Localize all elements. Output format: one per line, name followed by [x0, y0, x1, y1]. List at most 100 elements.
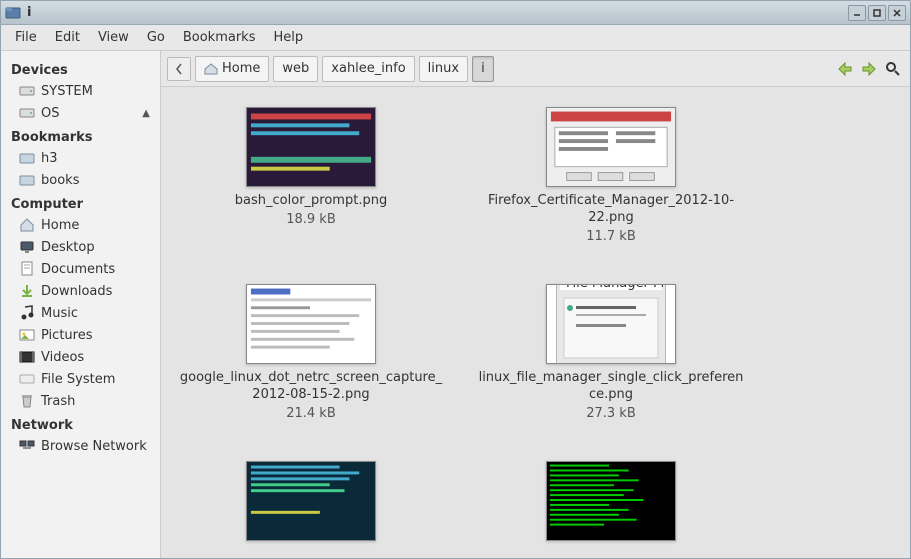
- sidebar-item-h3[interactable]: h3: [1, 147, 160, 169]
- menu-help[interactable]: Help: [265, 26, 311, 49]
- breadcrumb-web[interactable]: web: [273, 56, 318, 82]
- sidebar-item-system[interactable]: SYSTEM: [1, 80, 160, 102]
- sidebar-item-label: Documents: [41, 262, 115, 277]
- sidebar-item-pictures[interactable]: Pictures: [1, 324, 160, 346]
- main-area: Devices SYSTEM OS ▲ Bookmarks h3 books C…: [1, 51, 910, 558]
- documents-icon: [19, 261, 35, 277]
- menu-edit[interactable]: Edit: [47, 26, 88, 49]
- sidebar-item-books[interactable]: books: [1, 169, 160, 191]
- search-button[interactable]: [882, 58, 904, 80]
- menu-file[interactable]: File: [7, 26, 45, 49]
- sidebar-item-os[interactable]: OS ▲: [1, 102, 160, 124]
- file-item[interactable]: bash_color_prompt.png 18.9 kB: [171, 107, 451, 244]
- sidebar-item-home[interactable]: Home: [1, 214, 160, 236]
- drive-icon: [19, 371, 35, 387]
- back-button[interactable]: [834, 58, 856, 80]
- breadcrumb-linux[interactable]: linux: [419, 56, 468, 82]
- trash-icon: [19, 393, 35, 409]
- thumbnail: [246, 284, 376, 364]
- sidebar-item-label: Desktop: [41, 240, 95, 255]
- file-name: Firefox_Certificate_Manager_2012-10-22.p…: [476, 193, 746, 227]
- pathbar: Home web xahlee_info linux i: [161, 51, 910, 87]
- home-icon: [19, 217, 35, 233]
- sidebar-item-browse-network[interactable]: Browse Network: [1, 435, 160, 457]
- file-item[interactable]: [171, 461, 451, 549]
- sidebar-item-label: OS: [41, 106, 59, 121]
- sidebar-item-label: Home: [41, 218, 79, 233]
- section-devices: Devices: [1, 57, 160, 80]
- thumbnail: [546, 107, 676, 187]
- sidebar-item-filesystem[interactable]: File System: [1, 368, 160, 390]
- sidebar-item-videos[interactable]: Videos: [1, 346, 160, 368]
- file-size: 27.3 kB: [586, 406, 636, 421]
- file-name: linux_file_manager_single_click_preferen…: [476, 370, 746, 404]
- file-item[interactable]: Firefox_Certificate_Manager_2012-10-22.p…: [471, 107, 751, 244]
- section-network: Network: [1, 412, 160, 435]
- window-folder-icon: [5, 5, 21, 21]
- music-icon: [19, 305, 35, 321]
- sidebar-item-label: Downloads: [41, 284, 112, 299]
- breadcrumb-label: Home: [222, 61, 260, 76]
- sidebar-item-desktop[interactable]: Desktop: [1, 236, 160, 258]
- sidebar-item-label: books: [41, 173, 79, 188]
- menu-bookmarks[interactable]: Bookmarks: [175, 26, 264, 49]
- breadcrumb-label: web: [282, 61, 309, 76]
- file-name: google_linux_dot_netrc_screen_capture_20…: [176, 370, 446, 404]
- file-item[interactable]: [471, 461, 751, 549]
- sidebar-item-label: Music: [41, 306, 78, 321]
- menubar: File Edit View Go Bookmarks Help: [1, 25, 910, 51]
- section-computer: Computer: [1, 191, 160, 214]
- file-view[interactable]: bash_color_prompt.png 18.9 kB Firefox_Ce…: [161, 87, 910, 558]
- file-grid: bash_color_prompt.png 18.9 kB Firefox_Ce…: [171, 107, 900, 549]
- sidebar-item-label: File System: [41, 372, 115, 387]
- minimize-button[interactable]: [848, 5, 866, 21]
- videos-icon: [19, 349, 35, 365]
- sidebar: Devices SYSTEM OS ▲ Bookmarks h3 books C…: [1, 51, 161, 558]
- sidebar-item-label: SYSTEM: [41, 84, 93, 99]
- thumbnail: [246, 107, 376, 187]
- sidebar-item-music[interactable]: Music: [1, 302, 160, 324]
- window: i File Edit View Go Bookmarks Help Devic…: [0, 0, 911, 559]
- content: Home web xahlee_info linux i: [161, 51, 910, 558]
- drive-icon: [19, 83, 35, 99]
- file-item[interactable]: File Manager Preferences linux_file_mana…: [471, 284, 751, 421]
- window-title: i: [27, 5, 848, 20]
- maximize-button[interactable]: [868, 5, 886, 21]
- home-icon: [204, 63, 218, 75]
- file-size: 21.4 kB: [286, 406, 336, 421]
- thumbnail: [546, 461, 676, 541]
- path-back-button[interactable]: [167, 57, 191, 81]
- breadcrumb-xahleeinfo[interactable]: xahlee_info: [322, 56, 414, 82]
- sidebar-item-label: Videos: [41, 350, 84, 365]
- breadcrumb-home[interactable]: Home: [195, 56, 269, 82]
- menu-go[interactable]: Go: [139, 26, 173, 49]
- sidebar-item-label: Pictures: [41, 328, 92, 343]
- eject-icon[interactable]: ▲: [142, 108, 150, 119]
- desktop-icon: [19, 239, 35, 255]
- file-item[interactable]: google_linux_dot_netrc_screen_capture_20…: [171, 284, 451, 421]
- sidebar-item-downloads[interactable]: Downloads: [1, 280, 160, 302]
- file-size: 11.7 kB: [586, 229, 636, 244]
- sidebar-item-documents[interactable]: Documents: [1, 258, 160, 280]
- menu-view[interactable]: View: [90, 26, 137, 49]
- network-icon: [19, 438, 35, 454]
- close-button[interactable]: [888, 5, 906, 21]
- window-controls: [848, 5, 906, 21]
- sidebar-item-label: Browse Network: [41, 439, 147, 454]
- breadcrumb-label: linux: [428, 61, 459, 76]
- drive-icon: [19, 105, 35, 121]
- file-size: 18.9 kB: [286, 212, 336, 227]
- thumbnail: [246, 461, 376, 541]
- pictures-icon: [19, 327, 35, 343]
- breadcrumb-label: i: [481, 61, 485, 76]
- titlebar: i: [1, 1, 910, 25]
- sidebar-item-label: h3: [41, 151, 58, 166]
- folder-icon: [19, 150, 35, 166]
- downloads-icon: [19, 283, 35, 299]
- sidebar-item-trash[interactable]: Trash: [1, 390, 160, 412]
- forward-button[interactable]: [858, 58, 880, 80]
- sidebar-item-label: Trash: [41, 394, 75, 409]
- breadcrumb-i[interactable]: i: [472, 56, 494, 82]
- breadcrumb-label: xahlee_info: [331, 61, 405, 76]
- file-name: bash_color_prompt.png: [235, 193, 387, 210]
